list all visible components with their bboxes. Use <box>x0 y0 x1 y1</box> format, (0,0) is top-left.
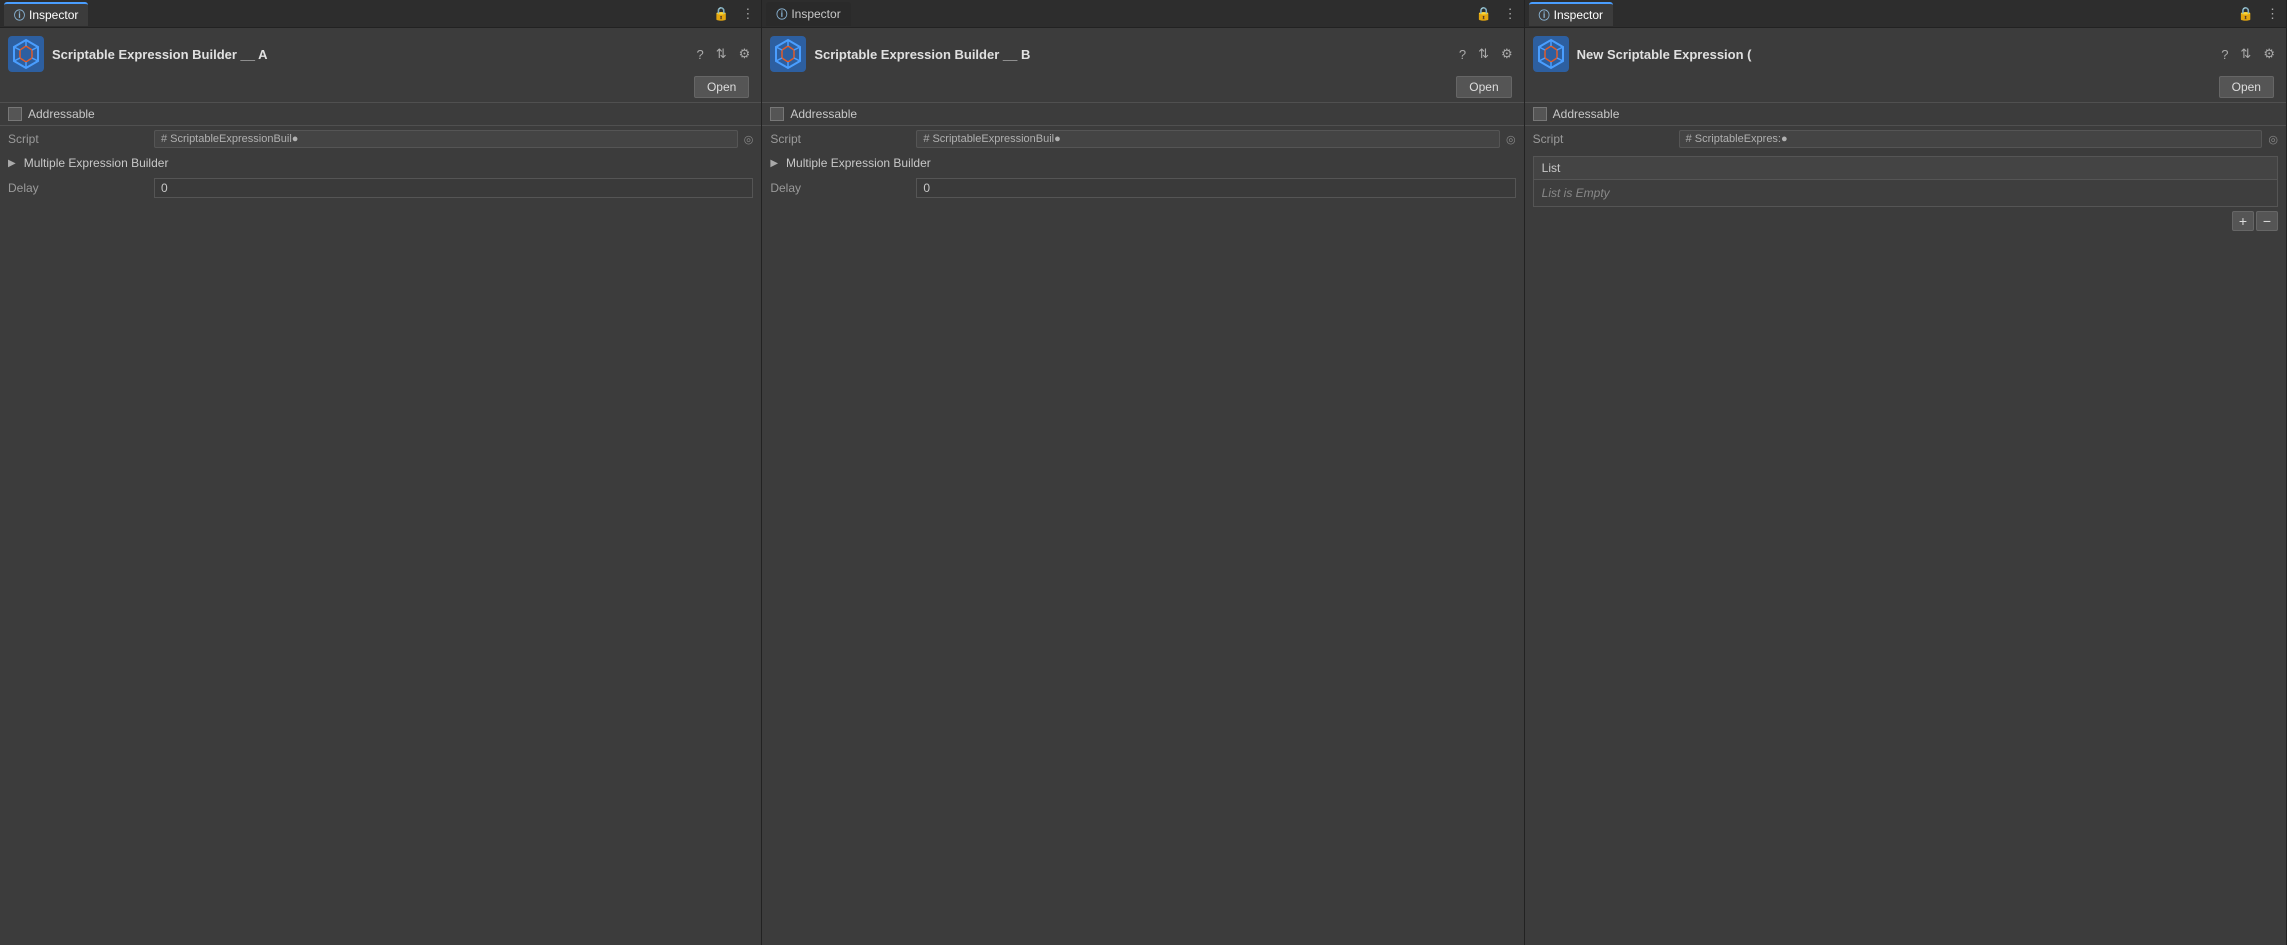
delay-row-a: Delay <box>0 174 761 202</box>
asset-header-c: New Scriptable Expression ( ? ⇅ ⚙ <box>1525 28 2286 76</box>
settings-btn-b[interactable]: ⚙ <box>1498 44 1516 64</box>
script-row-b: Script # ScriptableExpressionBuil● ◎ <box>762 126 1523 152</box>
tools-btn-a[interactable]: ⇅ <box>713 44 730 64</box>
open-btn-c[interactable]: Open <box>2219 76 2274 98</box>
help-btn-a[interactable]: ? <box>694 45 707 64</box>
tab-label-b: Inspector <box>791 7 840 21</box>
asset-header-b: Scriptable Expression Builder __ B ? ⇅ ⚙ <box>762 28 1523 76</box>
tools-btn-b[interactable]: ⇅ <box>1475 44 1492 64</box>
addressable-row-a: Addressable <box>0 103 761 125</box>
multiple-expr-label-a: Multiple Expression Builder <box>24 156 169 170</box>
header-icons-b: ? ⇅ ⚙ <box>1456 44 1516 64</box>
script-row-a: Script # ScriptableExpressionBuil● ◎ <box>0 126 761 152</box>
unity-icon-c <box>1533 36 1569 72</box>
script-ref-a[interactable]: # ScriptableExpressionBuil● <box>154 130 738 148</box>
tab-inspector-a[interactable]: ⓘ Inspector <box>4 2 88 26</box>
open-btn-a[interactable]: Open <box>694 76 749 98</box>
multiple-expr-row-b: ▶ Multiple Expression Builder <box>762 152 1523 174</box>
lock-btn-c[interactable]: 🔒 <box>2235 4 2257 24</box>
tab-label-a: Inspector <box>29 8 78 22</box>
tab-actions-a: 🔒 ⋮ <box>710 4 757 24</box>
delay-label-b: Delay <box>770 181 910 195</box>
menu-btn-b[interactable]: ⋮ <box>1501 4 1520 24</box>
help-btn-c[interactable]: ? <box>2218 45 2231 64</box>
list-header-c: List <box>1533 156 2278 180</box>
addressable-checkbox-b[interactable] <box>770 107 784 121</box>
hash-icon-c: # <box>1686 133 1692 145</box>
expand-arrow-b[interactable]: ▶ <box>770 158 778 169</box>
script-ref-text-a: ScriptableExpressionBuil● <box>170 133 298 145</box>
asset-title-c: New Scriptable Expression ( <box>1577 47 2211 62</box>
info-icon-c: ⓘ <box>1539 7 1550 23</box>
tab-actions-b: 🔒 ⋮ <box>1472 4 1519 24</box>
settings-btn-c[interactable]: ⚙ <box>2260 44 2278 64</box>
multiple-expr-label-b: Multiple Expression Builder <box>786 156 931 170</box>
script-row-c: Script # ScriptableExpres:● ◎ <box>1525 126 2286 152</box>
eye-icon-a[interactable]: ◎ <box>744 133 754 146</box>
script-ref-text-c: ScriptableExpres:● <box>1695 133 1788 145</box>
list-empty-c: List is Empty <box>1533 180 2278 207</box>
tab-bar-a: ⓘ Inspector 🔒 ⋮ <box>0 0 761 28</box>
hash-icon-b: # <box>923 133 929 145</box>
tools-btn-c[interactable]: ⇅ <box>2237 44 2254 64</box>
list-add-row-c: + − <box>1533 207 2278 235</box>
tab-inspector-c[interactable]: ⓘ Inspector <box>1529 2 1613 26</box>
inspector-panel-a: ⓘ Inspector 🔒 ⋮ Scriptable Expression Bu… <box>0 0 762 945</box>
list-section-c: List List is Empty + − <box>1533 156 2278 235</box>
delay-input-a[interactable] <box>154 178 753 198</box>
inspector-panel-c: ⓘ Inspector 🔒 ⋮ New Scriptable Expressio… <box>1525 0 2287 945</box>
addressable-row-b: Addressable <box>762 103 1523 125</box>
inspector-panel-b: ⓘ Inspector 🔒 ⋮ Scriptable Expression Bu… <box>762 0 1524 945</box>
tab-bar-b: ⓘ Inspector 🔒 ⋮ <box>762 0 1523 28</box>
asset-header-a: Scriptable Expression Builder __ A ? ⇅ ⚙ <box>0 28 761 76</box>
info-icon-b: ⓘ <box>776 6 787 22</box>
expand-arrow-a[interactable]: ▶ <box>8 158 16 169</box>
addressable-checkbox-c[interactable] <box>1533 107 1547 121</box>
asset-title-a: Scriptable Expression Builder __ A <box>52 47 686 62</box>
tab-inspector-b[interactable]: ⓘ Inspector <box>766 2 850 26</box>
asset-title-b: Scriptable Expression Builder __ B <box>814 47 1448 62</box>
script-label-a: Script <box>8 132 148 146</box>
script-label-b: Script <box>770 132 910 146</box>
script-ref-b[interactable]: # ScriptableExpressionBuil● <box>916 130 1500 148</box>
delay-label-a: Delay <box>8 181 148 195</box>
script-ref-text-b: ScriptableExpressionBuil● <box>932 133 1060 145</box>
tab-bar-c: ⓘ Inspector 🔒 ⋮ <box>1525 0 2286 28</box>
open-btn-b[interactable]: Open <box>1456 76 1511 98</box>
menu-btn-a[interactable]: ⋮ <box>738 4 757 24</box>
multiple-expr-row-a: ▶ Multiple Expression Builder <box>0 152 761 174</box>
addressable-checkbox-a[interactable] <box>8 107 22 121</box>
delay-input-b[interactable] <box>916 178 1515 198</box>
list-remove-btn-c[interactable]: − <box>2256 211 2278 231</box>
eye-icon-c[interactable]: ◎ <box>2268 133 2278 146</box>
addressable-row-c: Addressable <box>1525 103 2286 125</box>
lock-btn-a[interactable]: 🔒 <box>710 4 732 24</box>
header-icons-c: ? ⇅ ⚙ <box>2218 44 2278 64</box>
hash-icon-a: # <box>161 133 167 145</box>
eye-icon-b[interactable]: ◎ <box>1506 133 1516 146</box>
header-icons-a: ? ⇅ ⚙ <box>694 44 754 64</box>
delay-row-b: Delay <box>762 174 1523 202</box>
addressable-label-c: Addressable <box>1553 107 1620 121</box>
script-label-c: Script <box>1533 132 1673 146</box>
info-icon-a: ⓘ <box>14 7 25 23</box>
addressable-label-a: Addressable <box>28 107 95 121</box>
addressable-label-b: Addressable <box>790 107 857 121</box>
settings-btn-a[interactable]: ⚙ <box>736 44 754 64</box>
tab-actions-c: 🔒 ⋮ <box>2235 4 2282 24</box>
list-add-btn-c[interactable]: + <box>2232 211 2254 231</box>
tab-label-c: Inspector <box>1554 8 1603 22</box>
unity-icon-b <box>770 36 806 72</box>
unity-icon-a <box>8 36 44 72</box>
lock-btn-b[interactable]: 🔒 <box>1472 4 1494 24</box>
help-btn-b[interactable]: ? <box>1456 45 1469 64</box>
script-ref-c[interactable]: # ScriptableExpres:● <box>1679 130 2263 148</box>
menu-btn-c[interactable]: ⋮ <box>2263 4 2282 24</box>
